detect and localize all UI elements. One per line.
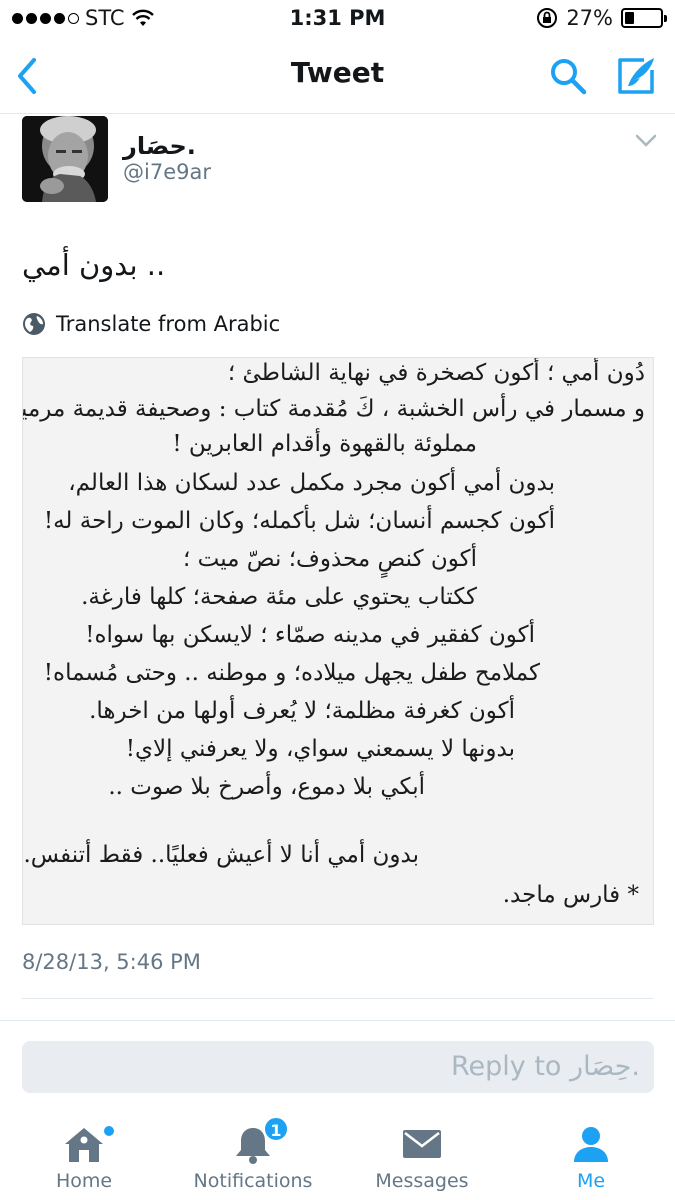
poem-line: أكون كغرفة مظلمة؛ لا يُعرف أولها من اخره… [89, 698, 515, 724]
status-bar: STC 1:31 PM 27% [0, 0, 675, 38]
compose-tweet-icon[interactable] [614, 54, 658, 98]
display-name[interactable]: حصَار. [123, 132, 196, 160]
poem-line: كملامح طفل يجهل ميلاده؛ و موطنه .. وحتى … [43, 660, 540, 686]
person-icon [574, 1127, 608, 1162]
tweet-text: .. بدون أمي [22, 248, 166, 282]
avatar[interactable] [22, 116, 108, 202]
poem-line: أكون كنصٍ محذوف؛ نصّ ميت ؛ [183, 546, 477, 572]
poem-line: بدونها لا يسمعني سواي، ولا يعرفني إلاي! [125, 736, 515, 762]
poem-line: بدون أمي أنا لا أعيش فعليًا.. فقط أتنفس. [23, 842, 419, 868]
tweet-media-image[interactable]: دُون أمي ؛ أكون كصخرة في نهاية الشاطئ ؛ … [22, 357, 654, 925]
translate-link[interactable]: Translate from Arabic [22, 312, 280, 336]
battery-percent: 27% [566, 6, 613, 30]
poem-line: بدون أمي أكون مجرد مكمل عدد لسكان هذا ال… [68, 470, 555, 496]
rotation-lock-icon [537, 8, 558, 28]
divider [22, 998, 653, 999]
poem-line: و مسمار في رأس الخشبة ، كَ مُقدمة كتاب :… [22, 396, 645, 422]
poem-line: أكون كجسم أنسان؛ شل بأكمله؛ وكان الموت ر… [43, 508, 555, 534]
notifications-badge: 1 [263, 1116, 289, 1142]
globe-icon [23, 313, 45, 335]
tweet-header: حصَار. @i7e9ar [0, 114, 675, 214]
tweet-timestamp: 8/28/13, 5:46 PM [22, 950, 201, 974]
reply-input[interactable]: Reply to حِصَار. [22, 1041, 654, 1093]
home-icon [65, 1128, 103, 1162]
search-icon[interactable] [548, 56, 588, 96]
navigation-bar: Tweet [0, 38, 675, 114]
tab-me-label: Me [576, 1170, 606, 1192]
status-right: 27% [536, 6, 667, 30]
poem-text: دُون أمي ؛ أكون كصخرة في نهاية الشاطئ ؛ … [22, 358, 653, 924]
poem-author: * فارس ماجد. [502, 882, 639, 908]
avatar-photo [22, 116, 108, 202]
tab-home[interactable]: Home [0, 1108, 168, 1200]
divider [0, 1020, 675, 1021]
home-unread-dot [104, 1126, 114, 1136]
tab-notifications[interactable]: 1 Notifications [169, 1108, 337, 1200]
poem-line: دُون أمي ؛ أكون كصخرة في نهاية الشاطئ ؛ [227, 360, 645, 386]
tab-messages-label: Messages [375, 1170, 469, 1192]
envelope-icon [403, 1130, 441, 1158]
tab-me[interactable]: Me [507, 1108, 675, 1200]
poem-line: أكون كفقير في مدينه صمّاء ؛ لايسكن بها س… [85, 622, 535, 648]
tab-home-label: Home [55, 1170, 113, 1192]
tab-notifications-label: Notifications [193, 1170, 313, 1192]
poem-line: مملوئة بالقهوة وأقدام العابرين ! [172, 431, 477, 457]
chevron-down-icon[interactable] [634, 132, 658, 150]
tab-bar: Home 1 Notifications Messages Me [0, 1108, 675, 1200]
poem-line: ككتاب يحتوي على مئة صفحة؛ كلها فارغة. [81, 584, 477, 610]
tab-messages[interactable]: Messages [338, 1108, 506, 1200]
battery-icon [621, 8, 667, 28]
poem-line: أبكي بلا دموع، وأصرخ بلا صوت .. [108, 774, 425, 800]
reply-placeholder: Reply to حِصَار. [450, 1051, 640, 1082]
translate-label: Translate from Arabic [56, 312, 281, 336]
user-handle[interactable]: @i7e9ar [123, 160, 211, 184]
